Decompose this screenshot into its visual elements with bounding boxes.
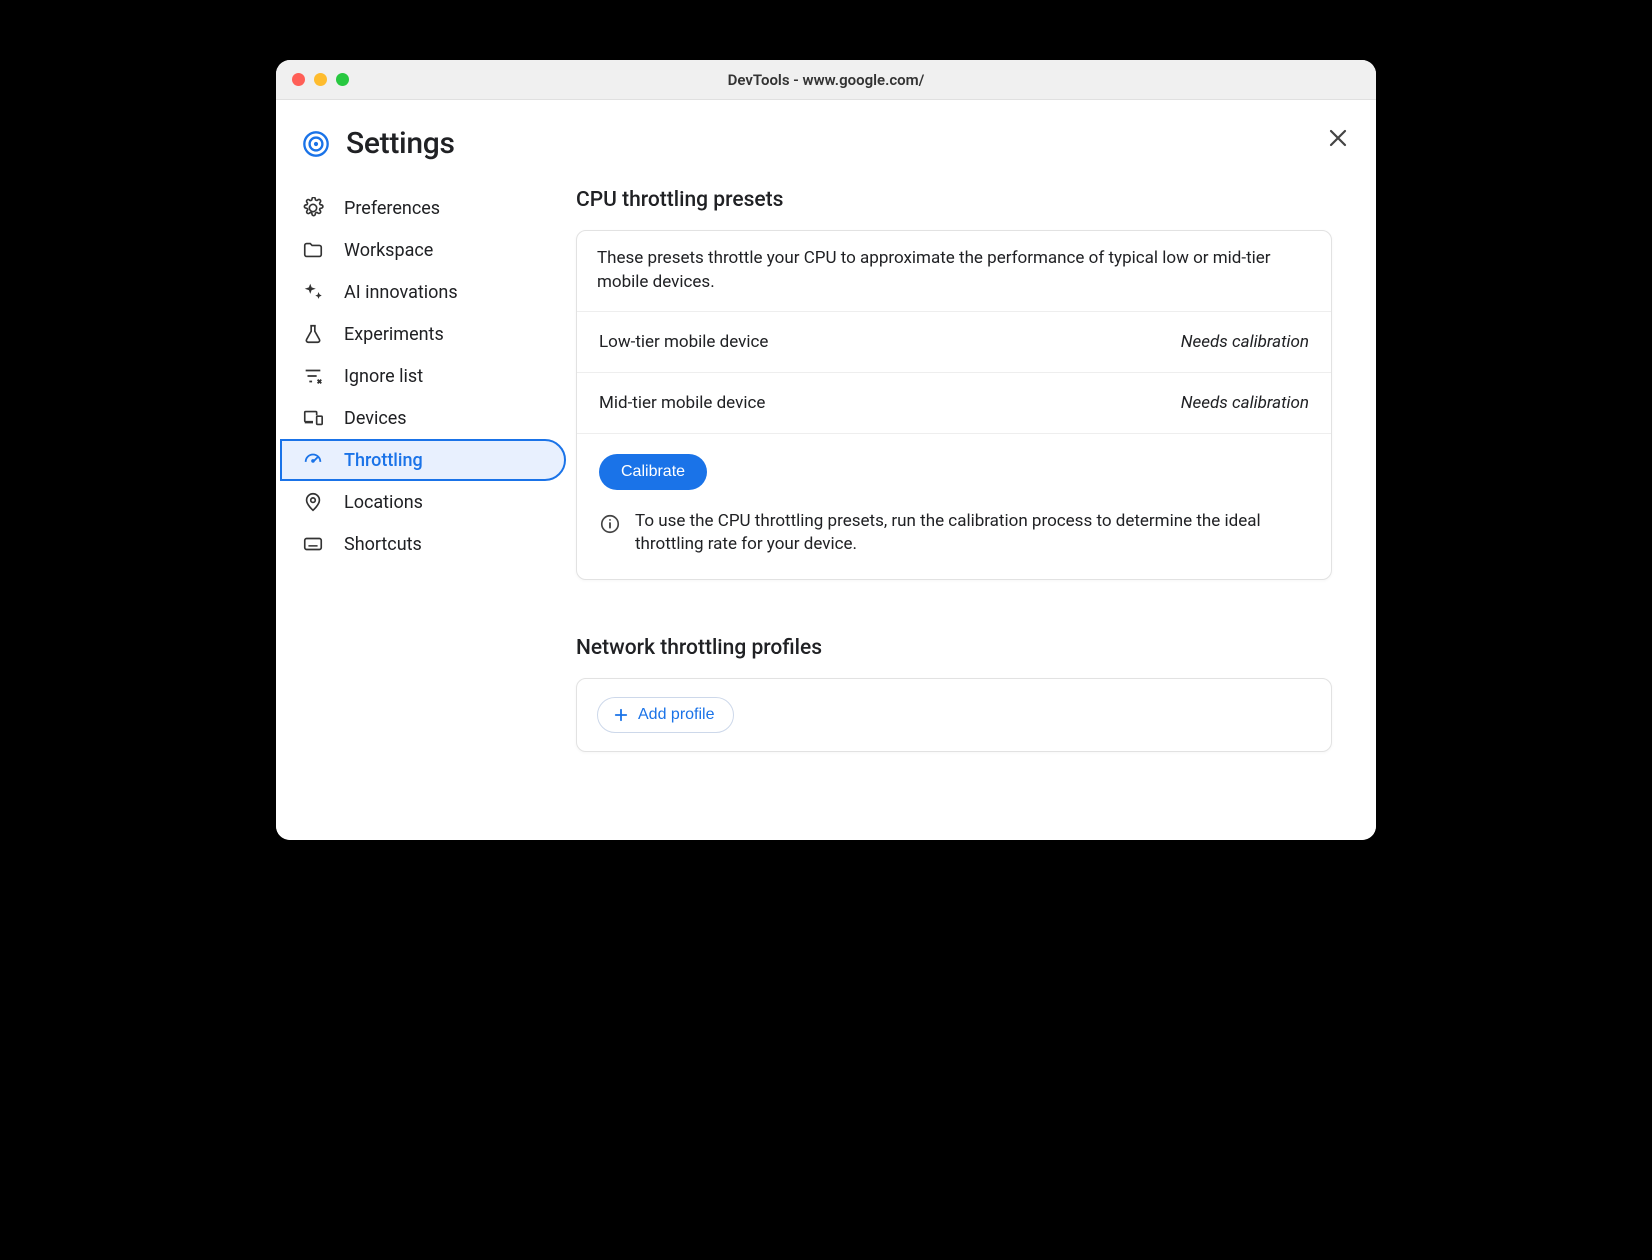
window-title: DevTools - www.google.com/ — [276, 71, 1376, 89]
sidebar: Settings Preferences Workspace AI innova… — [276, 100, 576, 840]
preset-row-mid-tier: Mid-tier mobile device Needs calibration — [577, 373, 1331, 434]
gear-icon — [302, 197, 324, 219]
cpu-card-actions: Calibrate To use the CPU throttling pres… — [577, 434, 1331, 580]
preset-row-low-tier: Low-tier mobile device Needs calibration — [577, 312, 1331, 373]
sidebar-item-label: AI innovations — [344, 282, 458, 303]
folder-icon — [302, 239, 324, 261]
gauge-icon — [302, 449, 324, 471]
titlebar: DevTools - www.google.com/ — [276, 60, 1376, 100]
sidebar-item-experiments[interactable]: Experiments — [280, 313, 566, 355]
network-section-title: Network throttling profiles — [576, 636, 1332, 660]
devtools-logo-icon — [302, 130, 330, 158]
devices-icon — [302, 407, 324, 429]
cpu-presets-description: These presets throttle your CPU to appro… — [577, 231, 1331, 312]
close-window-button[interactable] — [292, 73, 305, 86]
close-settings-button[interactable] — [1326, 126, 1350, 150]
add-profile-button[interactable]: Add profile — [597, 697, 734, 733]
sidebar-item-ignore-list[interactable]: Ignore list — [280, 355, 566, 397]
sidebar-item-label: Ignore list — [344, 366, 423, 387]
sidebar-item-devices[interactable]: Devices — [280, 397, 566, 439]
preset-status: Needs calibration — [1181, 393, 1309, 413]
keyboard-icon — [302, 533, 324, 555]
pin-icon — [302, 491, 324, 513]
devtools-window: DevTools - www.google.com/ Settings — [276, 60, 1376, 840]
sidebar-item-label: Shortcuts — [344, 534, 422, 555]
preset-name: Low-tier mobile device — [599, 332, 768, 352]
sparkle-icon — [302, 281, 324, 303]
sidebar-item-ai-innovations[interactable]: AI innovations — [280, 271, 566, 313]
plus-icon — [612, 706, 630, 724]
network-profiles-card: Add profile — [576, 678, 1332, 752]
traffic-lights — [276, 73, 349, 86]
sidebar-item-shortcuts[interactable]: Shortcuts — [280, 523, 566, 565]
sidebar-item-label: Workspace — [344, 240, 433, 261]
calibration-info-row: To use the CPU throttling presets, run t… — [599, 510, 1309, 558]
sidebar-item-workspace[interactable]: Workspace — [280, 229, 566, 271]
sidebar-item-label: Locations — [344, 492, 423, 513]
cpu-presets-card: These presets throttle your CPU to appro… — [576, 230, 1332, 580]
sidebar-nav: Preferences Workspace AI innovations Exp… — [276, 187, 576, 565]
preset-name: Mid-tier mobile device — [599, 393, 765, 413]
page-title: Settings — [346, 126, 455, 161]
sidebar-item-preferences[interactable]: Preferences — [280, 187, 566, 229]
cpu-section-title: CPU throttling presets — [576, 188, 1332, 212]
settings-header: Settings — [276, 124, 576, 187]
sidebar-item-label: Devices — [344, 408, 407, 429]
sidebar-item-throttling[interactable]: Throttling — [280, 439, 566, 481]
network-section: Network throttling profiles Add profile — [576, 636, 1332, 752]
info-icon — [599, 513, 621, 535]
add-profile-label: Add profile — [638, 706, 715, 724]
content-area: Settings Preferences Workspace AI innova… — [276, 100, 1376, 840]
sidebar-item-locations[interactable]: Locations — [280, 481, 566, 523]
calibrate-button[interactable]: Calibrate — [599, 454, 707, 490]
flask-icon — [302, 323, 324, 345]
minimize-window-button[interactable] — [314, 73, 327, 86]
main-panel: CPU throttling presets These presets thr… — [576, 100, 1376, 840]
sidebar-item-label: Preferences — [344, 198, 440, 219]
preset-status: Needs calibration — [1181, 332, 1309, 352]
close-icon — [1326, 126, 1350, 150]
filter-x-icon — [302, 365, 324, 387]
sidebar-item-label: Throttling — [344, 450, 423, 471]
calibration-info-text: To use the CPU throttling presets, run t… — [635, 510, 1309, 558]
sidebar-item-label: Experiments — [344, 324, 444, 345]
maximize-window-button[interactable] — [336, 73, 349, 86]
